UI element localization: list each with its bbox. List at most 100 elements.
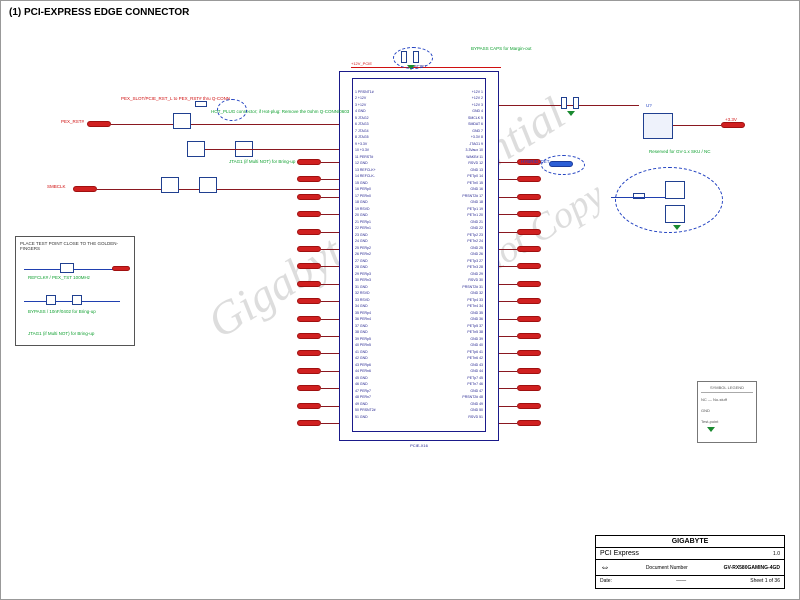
- pin-left: 45 GND: [355, 377, 421, 381]
- port-rx: [297, 246, 321, 252]
- titleblock-docnum: GV-RX580GAMING-4GD: [724, 565, 780, 571]
- pin-right: RSVD 12: [417, 162, 483, 166]
- pin-right: PETn7 46: [417, 383, 483, 387]
- port-rx: [297, 350, 321, 356]
- cap-r-2: [573, 97, 579, 109]
- wire-rx: [321, 162, 339, 163]
- port-rx: [297, 211, 321, 217]
- pin-right: PETp5 37: [417, 325, 483, 329]
- port-tx: [517, 368, 541, 374]
- cloud-hybdet: [541, 155, 585, 175]
- pin-right: GND 49: [417, 403, 483, 407]
- pin-right: PETp0 14: [417, 175, 483, 179]
- inset-testpoints: PLACE TEST POINT CLOSE TO THE GOLDEN-FIN…: [15, 236, 135, 346]
- pin-left: 25 PERp2: [355, 247, 421, 251]
- wire-tx: [499, 266, 517, 267]
- pin-right: PETp4 33: [417, 299, 483, 303]
- port-tx: [517, 420, 541, 426]
- wire-rx: [321, 197, 339, 198]
- inset-label-b: BYPASS / 10nF/0402 for Bring-up: [28, 309, 96, 314]
- pin-left: 6 JTAG3: [355, 123, 421, 127]
- cap-r-1: [561, 97, 567, 109]
- pin-right: SMDAT 6: [417, 123, 483, 127]
- pin-right: GND 21: [417, 221, 483, 225]
- wire-tx: [499, 371, 517, 372]
- wire-right-2: [611, 197, 665, 198]
- transistor-q1: [173, 113, 191, 129]
- pin-right: +12V 3: [417, 104, 483, 108]
- pin-right: PETp3 27: [417, 260, 483, 264]
- wire-tx: [499, 423, 517, 424]
- cloud-left-1: [217, 99, 247, 121]
- inset-port-a: [112, 266, 130, 271]
- wire-3v3-out: [673, 125, 721, 126]
- pin-right: PETn1 20: [417, 214, 483, 218]
- pin-left: 50 PRSNT2#: [355, 409, 421, 413]
- port-rx: [297, 298, 321, 304]
- pin-left: 8 JTAG5: [355, 136, 421, 140]
- titleblock: GIGABYTE PCI Express 1.0 ⇔ Document Numb…: [595, 535, 785, 589]
- wire-12v: [351, 67, 501, 68]
- pin-left: 12 GND: [355, 162, 421, 166]
- transistor-q4: [161, 177, 179, 193]
- pin-left: 48 PERn7: [355, 396, 421, 400]
- symbol-legend: SYMBOL LEGEND NC — No-stuff GND Test-poi…: [697, 381, 757, 443]
- size-arrow-icon: ⇔: [600, 562, 610, 573]
- pin-left: 15 GND: [355, 182, 421, 186]
- inset-comp-b2: [72, 295, 82, 305]
- pin-right: GND 39: [417, 338, 483, 342]
- wire-rx: [321, 301, 339, 302]
- pin-right: PRSNT2# 17: [417, 195, 483, 199]
- pin-right: GND 35: [417, 312, 483, 316]
- pcie-connector-symbol: JPCIE1 1 PRSNT1#2 +12V3 +12V4 GND5 JTAG2…: [339, 71, 499, 441]
- pin-left: 47 PERp7: [355, 390, 421, 394]
- port-rx: [297, 403, 321, 409]
- cloud-top-caps: [393, 47, 433, 69]
- pin-right: 3.3Vaux 10: [417, 149, 483, 153]
- legend-gnd-icon: [707, 427, 715, 432]
- port-tx: [517, 194, 541, 200]
- wire-tx: [499, 301, 517, 302]
- net-left-2: SMBCLK: [47, 184, 66, 189]
- gnd-r-2: [673, 225, 681, 230]
- pin-left: 44 PERn6: [355, 370, 421, 374]
- res-rr1: [633, 193, 645, 199]
- pin-left: 31 GND: [355, 286, 421, 290]
- pin-left: 16 PERp0: [355, 188, 421, 192]
- port-tx: [517, 333, 541, 339]
- pin-left: 13 REFCLK+: [355, 169, 421, 173]
- pin-right: SMCLK 5: [417, 117, 483, 121]
- pin-right: GND 4: [417, 110, 483, 114]
- legend-item-2: Test-point: [701, 419, 753, 424]
- pin-right: GND 47: [417, 390, 483, 394]
- pin-right: GND 25: [417, 247, 483, 251]
- pin-right: PETn3 28: [417, 266, 483, 270]
- wire-tx: [499, 388, 517, 389]
- pin-left: 2 +12V: [355, 97, 421, 101]
- pin-right: +12V 2: [417, 97, 483, 101]
- pin-left: 4 GND: [355, 110, 421, 114]
- port-3v3-out: [721, 122, 745, 128]
- port-rx: [297, 229, 321, 235]
- wire-tx: [499, 319, 517, 320]
- port-tx: [517, 281, 541, 287]
- pin-left: 30 PERn3: [355, 279, 421, 283]
- pin-left: 36 PERn4: [355, 318, 421, 322]
- wire-rx: [321, 336, 339, 337]
- pin-right: GND 29: [417, 273, 483, 277]
- titleblock-date: ——: [676, 578, 686, 584]
- pin-right: PRSNT2# 31: [417, 286, 483, 290]
- port-palert: [87, 121, 111, 127]
- wire-tx: [499, 232, 517, 233]
- pin-left: 20 GND: [355, 214, 421, 218]
- pin-right: PETn2 24: [417, 240, 483, 244]
- wire-rx: [321, 423, 339, 424]
- pin-right: PETp6 41: [417, 351, 483, 355]
- pin-left: 3 +12V: [355, 104, 421, 108]
- port-rx: [297, 368, 321, 374]
- pin-left: 22 PERn1: [355, 227, 421, 231]
- port-rx: [297, 316, 321, 322]
- ldo-ic: [643, 113, 673, 139]
- wire-rx: [321, 406, 339, 407]
- pin-right: GND 13: [417, 169, 483, 173]
